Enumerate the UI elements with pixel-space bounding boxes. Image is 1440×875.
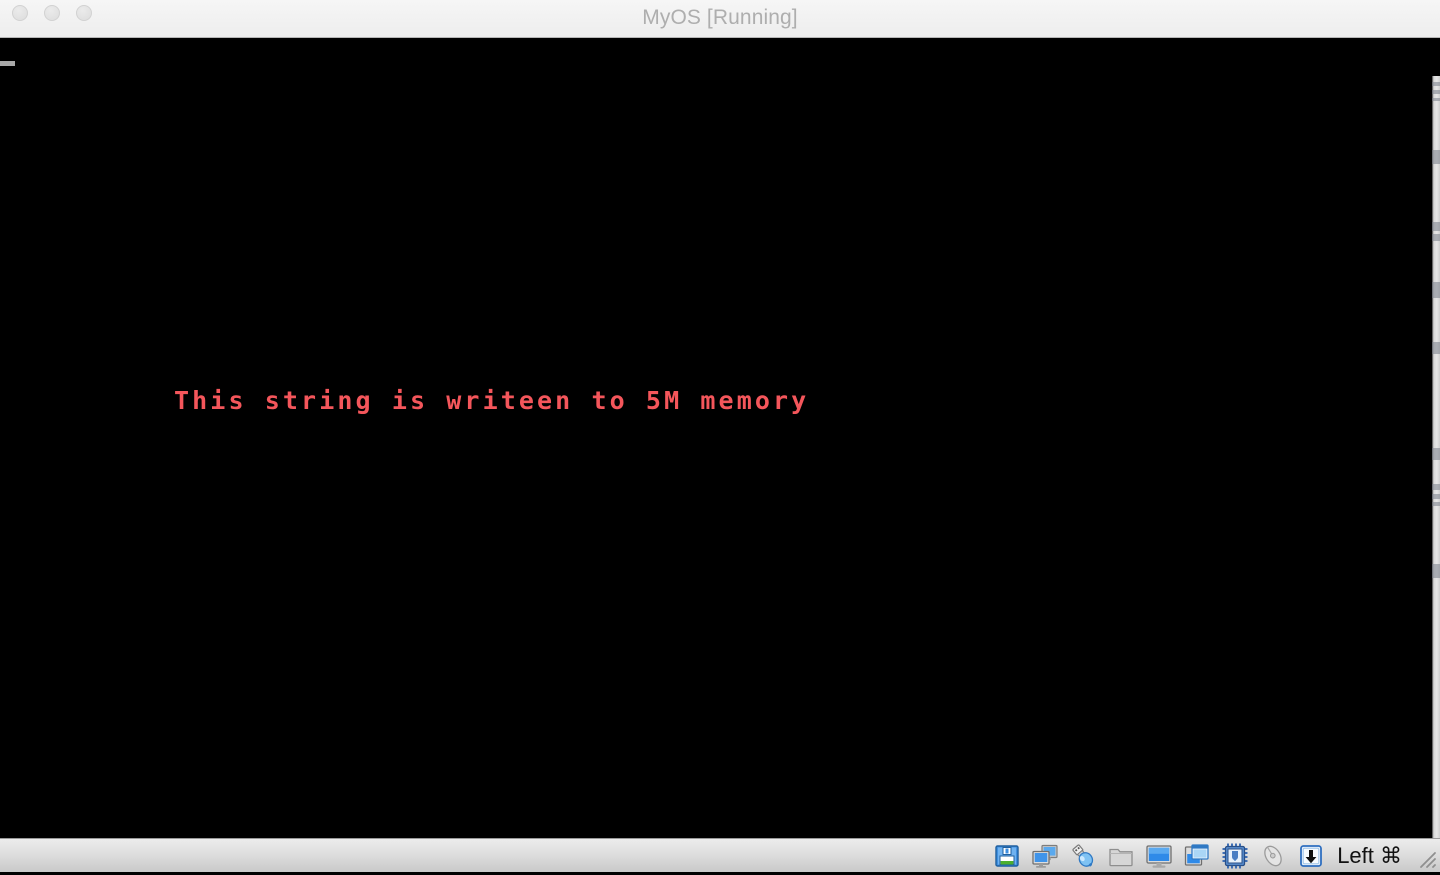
virtual-machine-window: MyOS [Running] This string is writeen to…: [0, 0, 1440, 872]
background-window-artifact: [1432, 342, 1440, 354]
floppy-disk-icon[interactable]: [993, 842, 1021, 870]
vga-console-text: This string is writeen to 5M memory: [174, 386, 810, 415]
text-cursor: [0, 61, 15, 66]
vm-status-bar: Left ⌘: [0, 838, 1440, 872]
background-window-artifact: [1432, 494, 1440, 499]
background-window-artifact: [1432, 564, 1440, 578]
background-window-artifact: [1432, 448, 1440, 460]
background-window-artifact: [1432, 90, 1440, 94]
background-window-artifact: [1432, 82, 1440, 86]
window-titlebar[interactable]: MyOS [Running]: [0, 0, 1440, 38]
usb-device-icon[interactable]: [1069, 842, 1097, 870]
window-title: MyOS [Running]: [642, 6, 798, 29]
shared-folder-icon[interactable]: [1107, 842, 1135, 870]
background-window-artifact: [1432, 234, 1440, 241]
background-window-artifact: [1432, 502, 1440, 506]
display-icon[interactable]: [1145, 842, 1173, 870]
seamless-mode-icon[interactable]: [1183, 842, 1211, 870]
vm-display-area[interactable]: This string is writeen to 5M memory: [0, 38, 1440, 838]
background-window-artifact: [1432, 484, 1440, 490]
host-key-label: Left ⌘: [1337, 843, 1402, 868]
virtualization-cpu-icon[interactable]: [1221, 842, 1249, 870]
background-window-artifact: [1432, 222, 1440, 231]
network-adapter-icon[interactable]: [1031, 842, 1059, 870]
background-window-artifact: [1432, 150, 1440, 164]
background-window-artifact: [1432, 282, 1440, 298]
background-window-edge[interactable]: [1432, 76, 1440, 838]
host-key-icon[interactable]: [1297, 842, 1325, 870]
background-window-artifact: [1432, 98, 1440, 101]
mouse-pointer-icon[interactable]: [1259, 842, 1287, 870]
status-icon-tray: Left ⌘: [993, 839, 1402, 873]
window-resize-grip[interactable]: [1415, 847, 1437, 869]
